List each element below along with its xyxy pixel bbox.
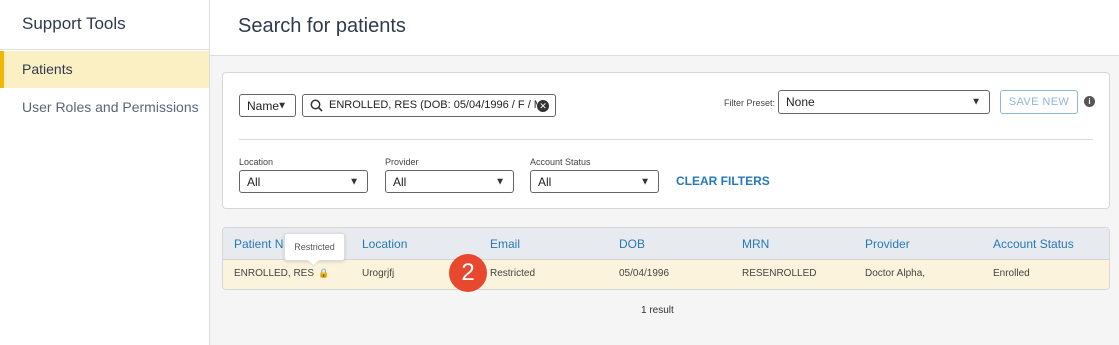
clear-search-icon[interactable]: ✕: [537, 100, 549, 112]
table-row[interactable]: ENROLLED, RES 🔒 Urogrjfj Restricted 05/04…: [223, 260, 1109, 289]
cell-email: Restricted: [490, 268, 536, 279]
page-header: Search for patients: [210, 0, 1119, 56]
info-icon[interactable]: i: [1084, 96, 1095, 107]
chevron-down-icon: ▼: [640, 176, 650, 187]
cell-mrn: RESENROLLED: [742, 268, 817, 279]
filter-preset-value: None: [786, 95, 815, 109]
column-header-account-status[interactable]: Account Status: [993, 237, 1074, 251]
restricted-tooltip: Restricted: [284, 233, 345, 261]
cell-patient-name: ENROLLED, RES 🔒: [234, 268, 329, 279]
search-input[interactable]: ENROLLED, RES (DOB: 05/04/1996 / F / MRN…: [302, 94, 556, 117]
search-type-value: Name: [247, 98, 280, 113]
column-header-patient-name[interactable]: Patient Na: [234, 237, 290, 251]
cell-dob: 05/04/1996: [619, 268, 670, 279]
account-status-filter-value: All: [538, 174, 552, 189]
sidebar-item-user-roles[interactable]: User Roles and Permissions: [0, 89, 209, 126]
results-table: Patient Na Location Email DOB MRN Provid…: [222, 227, 1110, 290]
save-new-button[interactable]: SAVE NEW: [1000, 90, 1078, 114]
chevron-down-icon: ▼: [277, 100, 287, 111]
provider-filter-label: Provider: [385, 157, 419, 167]
sidebar-item-patients[interactable]: Patients: [0, 51, 209, 88]
lock-icon[interactable]: 🔒: [318, 268, 329, 279]
provider-filter-select[interactable]: All ▼: [385, 170, 514, 193]
sidebar-title: Support Tools: [22, 14, 126, 33]
cell-location: Urogrjfj: [362, 268, 395, 279]
account-status-filter-select[interactable]: All ▼: [530, 170, 659, 193]
location-filter-value: All: [247, 174, 261, 189]
search-filter-panel: Name ▼ ENROLLED, RES (DOB: 05/04/1996 / …: [222, 72, 1110, 209]
location-filter-label: Location: [239, 157, 274, 167]
search-query-text: ENROLLED, RES (DOB: 05/04/1996 / F / MRN…: [329, 99, 537, 111]
result-count: 1 result: [641, 305, 674, 316]
column-header-dob[interactable]: DOB: [619, 237, 645, 251]
filter-preset-select[interactable]: None ▼: [778, 90, 990, 114]
search-type-select[interactable]: Name ▼: [239, 94, 296, 117]
page-title: Search for patients: [238, 15, 406, 37]
column-header-provider[interactable]: Provider: [865, 237, 910, 251]
patient-name-text: ENROLLED, RES: [234, 268, 315, 279]
cell-provider: Doctor Alpha,: [865, 268, 926, 279]
sidebar-divider: [0, 49, 209, 50]
cell-account-status: Enrolled: [993, 268, 1030, 279]
chevron-down-icon: ▼: [495, 176, 505, 187]
sidebar: Support Tools Patients User Roles and Pe…: [0, 0, 210, 345]
location-filter-select[interactable]: All ▼: [239, 170, 368, 193]
filter-divider: [239, 139, 1093, 140]
account-status-filter-label: Account Status: [530, 157, 591, 167]
search-icon: [310, 99, 323, 112]
chevron-down-icon: ▼: [349, 176, 359, 187]
table-header: Patient Na Location Email DOB MRN Provid…: [223, 228, 1109, 260]
column-header-mrn[interactable]: MRN: [742, 237, 769, 251]
chevron-down-icon: ▼: [971, 96, 981, 108]
column-header-email[interactable]: Email: [490, 237, 520, 251]
filter-preset-label: Filter Preset:: [724, 98, 776, 108]
step-badge: 2: [449, 254, 487, 292]
clear-filters-button[interactable]: CLEAR FILTERS: [676, 174, 770, 188]
column-header-location[interactable]: Location: [362, 237, 407, 251]
provider-filter-value: All: [393, 174, 407, 189]
